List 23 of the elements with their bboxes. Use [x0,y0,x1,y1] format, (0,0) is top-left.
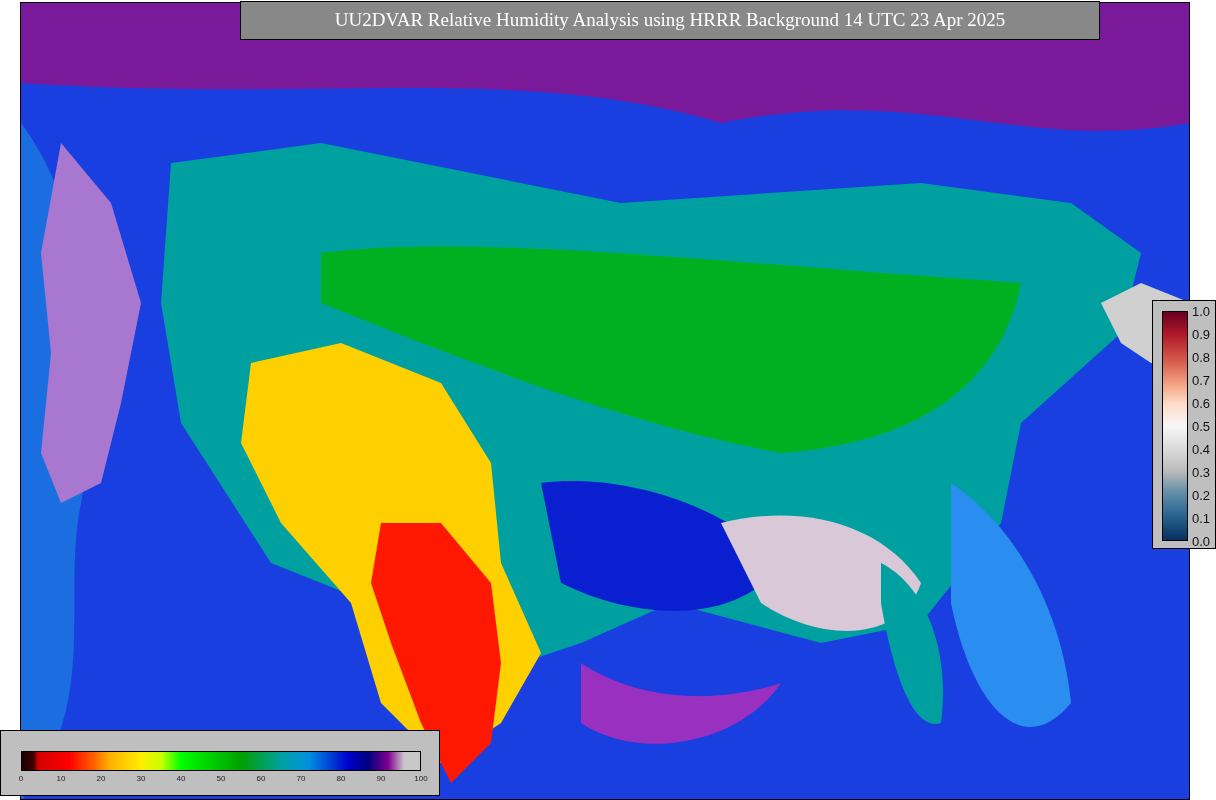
tick-label: 50 [216,775,226,783]
tick-label: 30 [136,775,146,783]
tick-label: 40 [176,775,186,783]
tick-label: 100 [414,775,428,783]
tick-label: 0.7 [1192,373,1211,387]
map-title: UU2DVAR Relative Humidity Analysis using HRRR Background 14 UTC 23 Apr 2025 [240,1,1100,40]
tick-label: 80 [336,775,346,783]
tick-label: 20 [96,775,106,783]
tick-label: 0.1 [1192,511,1211,525]
tick-label: 0.3 [1192,465,1211,479]
tick-label: 0.2 [1192,488,1211,502]
tick-label: 0.8 [1192,350,1211,364]
tick-label: 1.0 [1192,304,1211,318]
tick-label: 0.0 [1192,534,1211,548]
tick-label: 10 [56,775,66,783]
tick-label: 90 [376,775,386,783]
tick-label: 0.9 [1192,327,1211,341]
tick-label: 0 [18,775,24,783]
tick-label: 70 [296,775,306,783]
tick-label: 0.6 [1192,396,1211,410]
tick-label: 0.5 [1192,419,1211,433]
tick-label: 0.4 [1192,442,1211,456]
tick-label: 60 [256,775,266,783]
